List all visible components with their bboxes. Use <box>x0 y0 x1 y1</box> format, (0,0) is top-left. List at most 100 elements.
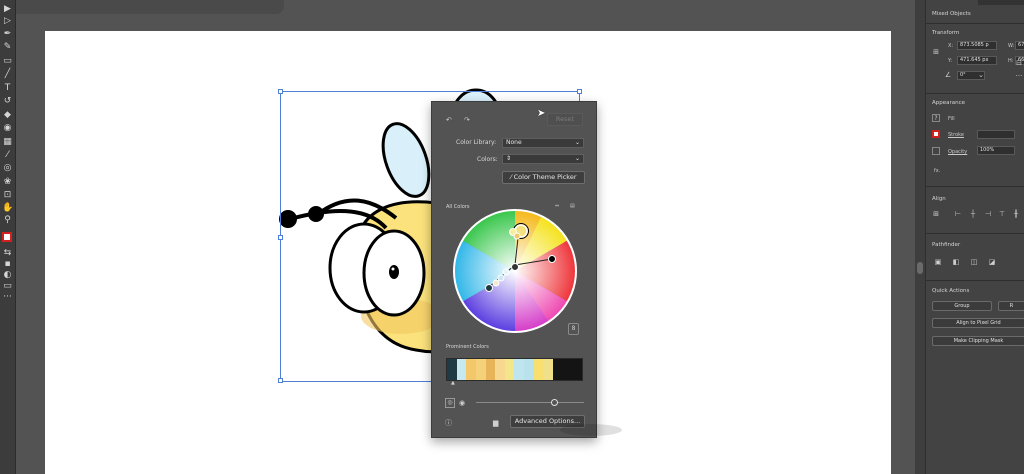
align-top-icon[interactable]: ⊤ <box>998 210 1006 218</box>
eyedropper-tool-icon[interactable]: ⁄ <box>2 150 13 161</box>
screen-mode-icon[interactable]: ▭ <box>2 281 13 292</box>
stroke-weight-field[interactable] <box>977 130 1015 139</box>
mouse-cursor-icon: ➤ <box>537 108 546 119</box>
align-left-icon[interactable]: ⊢ <box>954 210 962 218</box>
align-to-pixel-grid-button[interactable]: Align to Pixel Grid <box>932 318 1024 328</box>
prominent-color-swatch[interactable] <box>553 359 563 380</box>
color-mode-icon[interactable]: ▪ <box>2 259 13 270</box>
undo-icon[interactable]: ↶ <box>446 116 452 124</box>
prominent-color-swatch[interactable] <box>504 359 515 380</box>
align-middle-icon[interactable]: ╫ <box>1012 210 1020 218</box>
blend-tool-icon[interactable]: ◎ <box>2 163 13 174</box>
minus-front-icon[interactable]: ◧ <box>952 258 960 266</box>
unite-icon[interactable]: ▣ <box>934 258 942 266</box>
info-icon[interactable]: ⓘ <box>445 419 452 427</box>
prominent-color-swatch[interactable] <box>524 359 534 380</box>
recolor-artwork-panel: ↶ ↷ Reset Color Library: None ⌄ Colors: … <box>431 101 597 438</box>
reference-point-icon[interactable]: ⊞ <box>932 48 940 56</box>
make-clipping-mask-button[interactable]: Make Clipping Mask <box>932 336 1024 346</box>
reset-button[interactable]: Reset <box>547 113 583 126</box>
color-wheel[interactable] <box>451 207 579 335</box>
curvature-tool-icon[interactable]: ✎ <box>2 42 13 53</box>
direct-selection-tool-icon[interactable]: ▷ <box>2 16 13 27</box>
fill-stroke-icon[interactable] <box>2 232 12 242</box>
folder-icon[interactable]: ▆ <box>493 419 498 427</box>
align-right-icon[interactable]: ⊣ <box>984 210 992 218</box>
colors-stepper[interactable]: ⇕ ⌄ <box>502 154 584 164</box>
stroke-label[interactable]: Stroke <box>948 132 964 138</box>
saturation-icon[interactable]: ◎ <box>445 398 455 408</box>
exclude-icon[interactable]: ◪ <box>988 258 996 266</box>
draw-mode-icon[interactable]: ◐ <box>2 270 13 281</box>
group-button[interactable]: Group <box>932 301 992 311</box>
paintbrush-tool-icon[interactable]: ╱ <box>2 69 13 80</box>
symbol-sprayer-tool-icon[interactable]: ❀ <box>2 177 13 188</box>
fill-swatch-icon[interactable]: ? <box>932 114 940 122</box>
transform-title: Transform <box>932 30 960 36</box>
panel-scrollbar[interactable] <box>915 0 925 474</box>
properties-panel: Mixed Objects Transform ⊞ X: 873.5085 p … <box>925 0 1024 474</box>
intersect-icon[interactable]: ◫ <box>970 258 978 266</box>
prominent-color-swatch[interactable] <box>475 359 486 380</box>
align-to-icon[interactable]: ⊞ <box>932 210 940 218</box>
resize-handle[interactable] <box>577 89 582 94</box>
adjust-slider-thumb[interactable] <box>551 399 558 406</box>
divider <box>926 233 1024 234</box>
resize-handle[interactable] <box>278 235 283 240</box>
swatch-handle-icon[interactable]: ▲ <box>451 379 455 387</box>
adjust-slider-track[interactable] <box>476 402 584 403</box>
prominent-color-swatch[interactable] <box>533 359 544 380</box>
y-label: Y: <box>948 58 953 64</box>
prominent-color-swatch[interactable] <box>466 359 476 380</box>
brightness-icon[interactable]: ◉ <box>459 399 465 407</box>
chevron-down-icon[interactable]: ⌄ <box>977 71 985 79</box>
more-options-icon[interactable]: ··· <box>1015 72 1023 80</box>
colors-label: Colors: <box>477 156 498 163</box>
fx-label[interactable]: fx. <box>934 168 940 174</box>
prominent-color-swatch[interactable] <box>543 359 554 380</box>
zoom-tool-icon[interactable]: ⚲ <box>2 215 13 226</box>
prominent-colors-label: Prominent Colors <box>446 344 489 350</box>
redo-icon[interactable]: ↷ <box>464 116 470 124</box>
artboard-tool-icon[interactable]: ⊡ <box>2 190 13 201</box>
color-theme-picker-label: Color Theme Picker <box>513 173 577 181</box>
swap-colors-icon[interactable]: ⇆ <box>2 248 13 259</box>
eraser-tool-icon[interactable]: ◆ <box>2 110 13 121</box>
opacity-field[interactable]: 100% <box>977 146 1015 155</box>
prominent-color-swatch[interactable] <box>447 359 457 380</box>
prominent-color-swatch[interactable] <box>562 359 573 380</box>
prominent-color-swatch[interactable] <box>495 359 505 380</box>
gradient-tool-icon[interactable]: ▦ <box>2 137 13 148</box>
color-theme-picker-button[interactable]: ⁄ Color Theme Picker <box>502 171 585 184</box>
rotate-tool-icon[interactable]: ↺ <box>2 96 13 107</box>
y-field[interactable]: 471.645 px <box>957 56 997 65</box>
resize-handle[interactable] <box>278 89 283 94</box>
selection-tool-icon[interactable]: ▶ <box>2 4 13 15</box>
type-tool-icon[interactable]: T <box>2 83 13 94</box>
w-field[interactable]: 678.30 <box>1015 41 1024 50</box>
pen-tool-icon[interactable]: ✒ <box>2 29 13 40</box>
constrain-proportions-icon[interactable]: ⊟ <box>1015 59 1023 67</box>
hand-tool-icon[interactable]: ✋ <box>2 203 13 214</box>
color-library-value: None <box>506 139 522 146</box>
align-center-icon[interactable]: ┼ <box>969 210 977 218</box>
color-library-dropdown[interactable]: None ⌄ <box>502 138 584 148</box>
stroke-swatch-icon[interactable] <box>932 130 940 138</box>
divider <box>926 23 1024 24</box>
prominent-color-swatch[interactable] <box>456 359 467 380</box>
scrollbar-thumb[interactable] <box>917 262 923 274</box>
prominent-colors-bar[interactable] <box>446 358 583 381</box>
prominent-color-swatch[interactable] <box>485 359 496 380</box>
prominent-color-swatch[interactable] <box>572 359 582 380</box>
opacity-label[interactable]: Opacity <box>948 149 967 155</box>
more-tools-icon[interactable]: ··· <box>2 292 13 303</box>
align-title: Align <box>932 196 946 202</box>
second-quick-action-button[interactable]: R <box>998 301 1024 311</box>
rectangle-tool-icon[interactable]: ▭ <box>2 56 13 67</box>
prominent-color-swatch[interactable] <box>514 359 525 380</box>
x-field[interactable]: 873.5085 p <box>957 41 997 50</box>
illustrator-workspace: ▶ ▷ ✒ ✎ ▭ ╱ T ↺ ◆ ◉ ▦ ⁄ ◎ ❀ ⊡ ✋ ⚲ ⇆ ▪ ◐ … <box>0 0 1024 474</box>
link-colors-icon[interactable]: 8 <box>568 323 579 335</box>
resize-handle[interactable] <box>278 378 283 383</box>
shape-builder-tool-icon[interactable]: ◉ <box>2 123 13 134</box>
